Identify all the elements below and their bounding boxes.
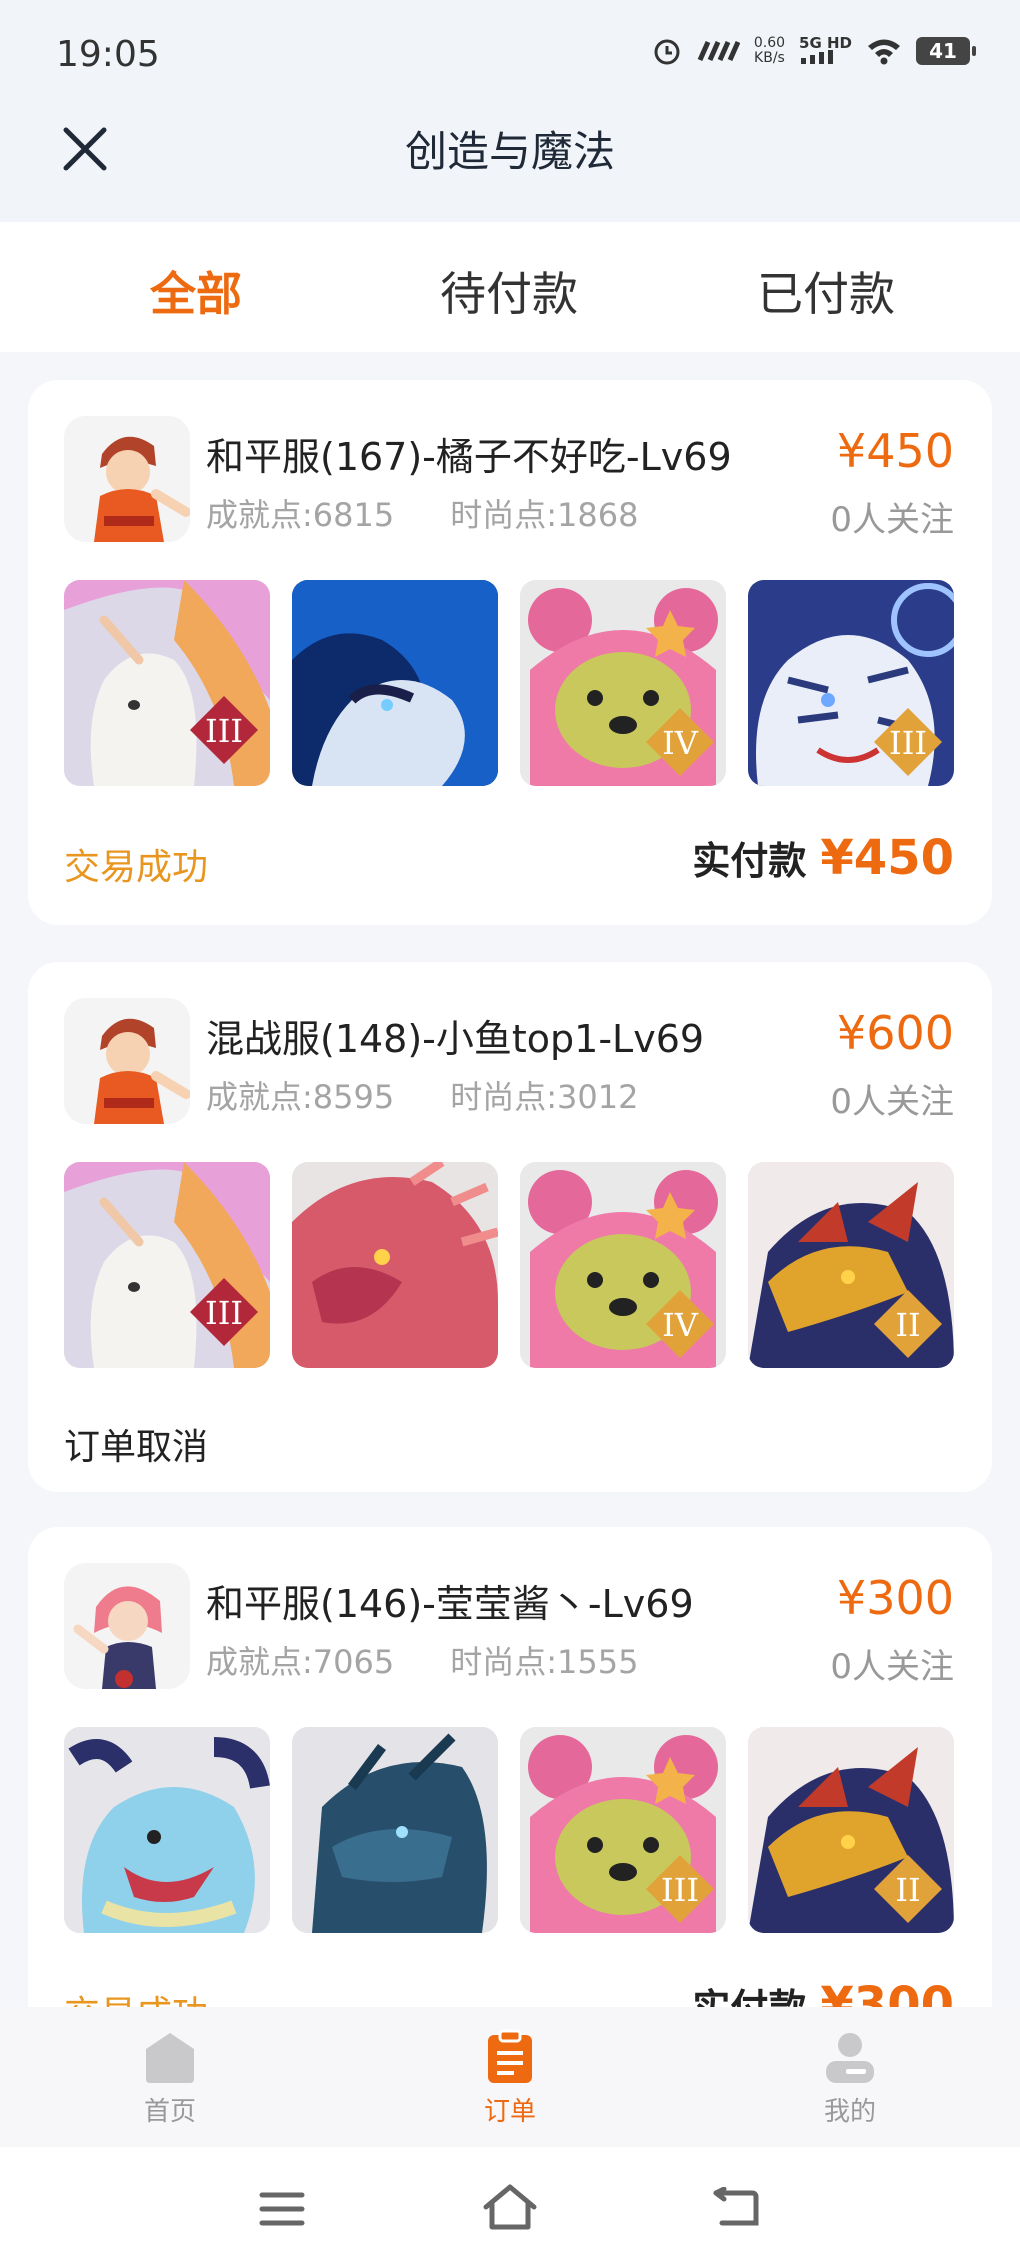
signal-icon	[801, 50, 834, 64]
svg-text:III: III	[205, 712, 243, 750]
server-name: 混战服(148)-小鱼top1-Lv69	[206, 1017, 705, 1061]
back-icon[interactable]	[712, 2187, 760, 2229]
alarm-icon	[654, 39, 680, 65]
svg-text:IV: IV	[662, 1306, 699, 1344]
server-name: 和平服(146)-莹莹酱丶-Lv69	[206, 1582, 694, 1626]
achievement-points: 成就点:6815	[206, 496, 395, 534]
watcher-count: 0人关注	[830, 1082, 954, 1122]
battery-icon: 41	[916, 37, 976, 65]
fashion-points: 时尚点:3012	[450, 1078, 639, 1116]
order-status: 订单取消	[64, 1427, 209, 1468]
pet-thumbnail	[64, 1727, 270, 1933]
pet-thumbnail: III	[64, 1162, 270, 1368]
nav-mine[interactable]: 我的	[780, 2029, 920, 2128]
paid-amount: 实付款 ¥450	[692, 830, 954, 886]
role-stats: 成就点:6815 时尚点:1868	[206, 490, 638, 536]
tab-all[interactable]: 全部	[150, 258, 242, 324]
watcher-count: 0人关注	[830, 500, 954, 540]
status-time: 19:05	[56, 34, 160, 75]
order-status: 交易成功	[64, 1985, 208, 2007]
status-icons: 0.60 KB/s 5G HD 41	[652, 35, 976, 66]
svg-text:III: III	[661, 1871, 699, 1909]
pet-thumbnail	[292, 580, 498, 786]
svg-text:II: II	[895, 1871, 920, 1909]
order-status: 交易成功	[64, 847, 209, 888]
pet-thumbnail	[292, 1162, 498, 1368]
tab-pending-payment[interactable]: 待付款	[440, 258, 578, 324]
pet-list: III IV III	[64, 580, 954, 786]
home-icon	[146, 2033, 194, 2083]
bottom-nav: 首页 订单 我的	[0, 2007, 1020, 2147]
order-icon	[488, 2029, 532, 2083]
order-price: ¥450	[836, 424, 954, 478]
pet-list: III II	[64, 1727, 954, 1933]
role-avatar	[64, 998, 190, 1124]
pet-thumbnail: IV	[520, 1162, 726, 1368]
order-card[interactable]: 和平服(167)-橘子不好吃-Lv69 成就点:6815 时尚点:1868 ¥45…	[28, 380, 992, 925]
order-tabs: 全部 待付款 已付款	[0, 222, 1020, 352]
pet-list: III IV II	[64, 1162, 954, 1368]
role-avatar	[64, 1563, 190, 1689]
svg-text:IV: IV	[662, 724, 699, 762]
achievement-points: 成就点:7065	[206, 1643, 395, 1681]
paid-amount: 实付款¥300	[692, 1977, 954, 2007]
role-stats: 成就点:8595 时尚点:3012	[206, 1072, 638, 1118]
menu-icon[interactable]	[258, 2189, 306, 2229]
page-title: 创造与魔法	[404, 127, 615, 176]
role-stats: 成就点:7065 时尚点:1555	[206, 1637, 638, 1683]
nav-orders[interactable]: 订单	[440, 2029, 580, 2128]
order-card[interactable]: 和平服(146)-莹莹酱丶-Lv69 成就点:7065 时尚点:1555 ¥300…	[28, 1527, 992, 2007]
nav-home[interactable]: 首页	[100, 2029, 240, 2128]
pet-thumbnail: III	[64, 580, 270, 786]
svg-text:III: III	[889, 724, 927, 762]
order-price: ¥300	[836, 1571, 954, 1625]
order-card[interactable]: 混战服(148)-小鱼top1-Lv69 成就点:8595 时尚点:3012 ¥6…	[28, 962, 992, 1492]
watcher-count: 0人关注	[830, 1647, 954, 1687]
svg-text:III: III	[205, 1294, 243, 1332]
signal-indicator: 5G HD	[799, 36, 852, 66]
pet-thumbnail: II	[748, 1727, 954, 1933]
order-price: ¥600	[836, 1006, 954, 1060]
user-icon	[826, 2033, 874, 2083]
role-avatar	[64, 416, 190, 542]
pet-thumbnail: III	[748, 580, 954, 786]
svg-text:II: II	[895, 1306, 920, 1344]
status-bar: 19:05 0.60 KB/s 5G HD 41	[0, 0, 1020, 110]
fashion-points: 时尚点:1868	[450, 496, 639, 534]
tab-paid[interactable]: 已付款	[757, 258, 895, 324]
home-nav-icon[interactable]	[482, 2183, 538, 2231]
title-bar: 创造与魔法	[0, 110, 1020, 222]
achievement-points: 成就点:8595	[206, 1078, 395, 1116]
server-name: 和平服(167)-橘子不好吃-Lv69	[206, 435, 732, 479]
wifi-icon	[868, 39, 900, 65]
pet-thumbnail: III	[520, 1727, 726, 1933]
fashion-points: 时尚点:1555	[450, 1643, 639, 1681]
system-nav-bar	[0, 2147, 1020, 2255]
nfc-icon	[697, 40, 740, 62]
pet-thumbnail	[292, 1727, 498, 1933]
pet-thumbnail: IV	[520, 580, 726, 786]
order-list: 和平服(167)-橘子不好吃-Lv69 成就点:6815 时尚点:1868 ¥45…	[0, 352, 1020, 2007]
pet-thumbnail: II	[748, 1162, 954, 1368]
net-speed: 0.60 KB/s	[753, 35, 786, 66]
